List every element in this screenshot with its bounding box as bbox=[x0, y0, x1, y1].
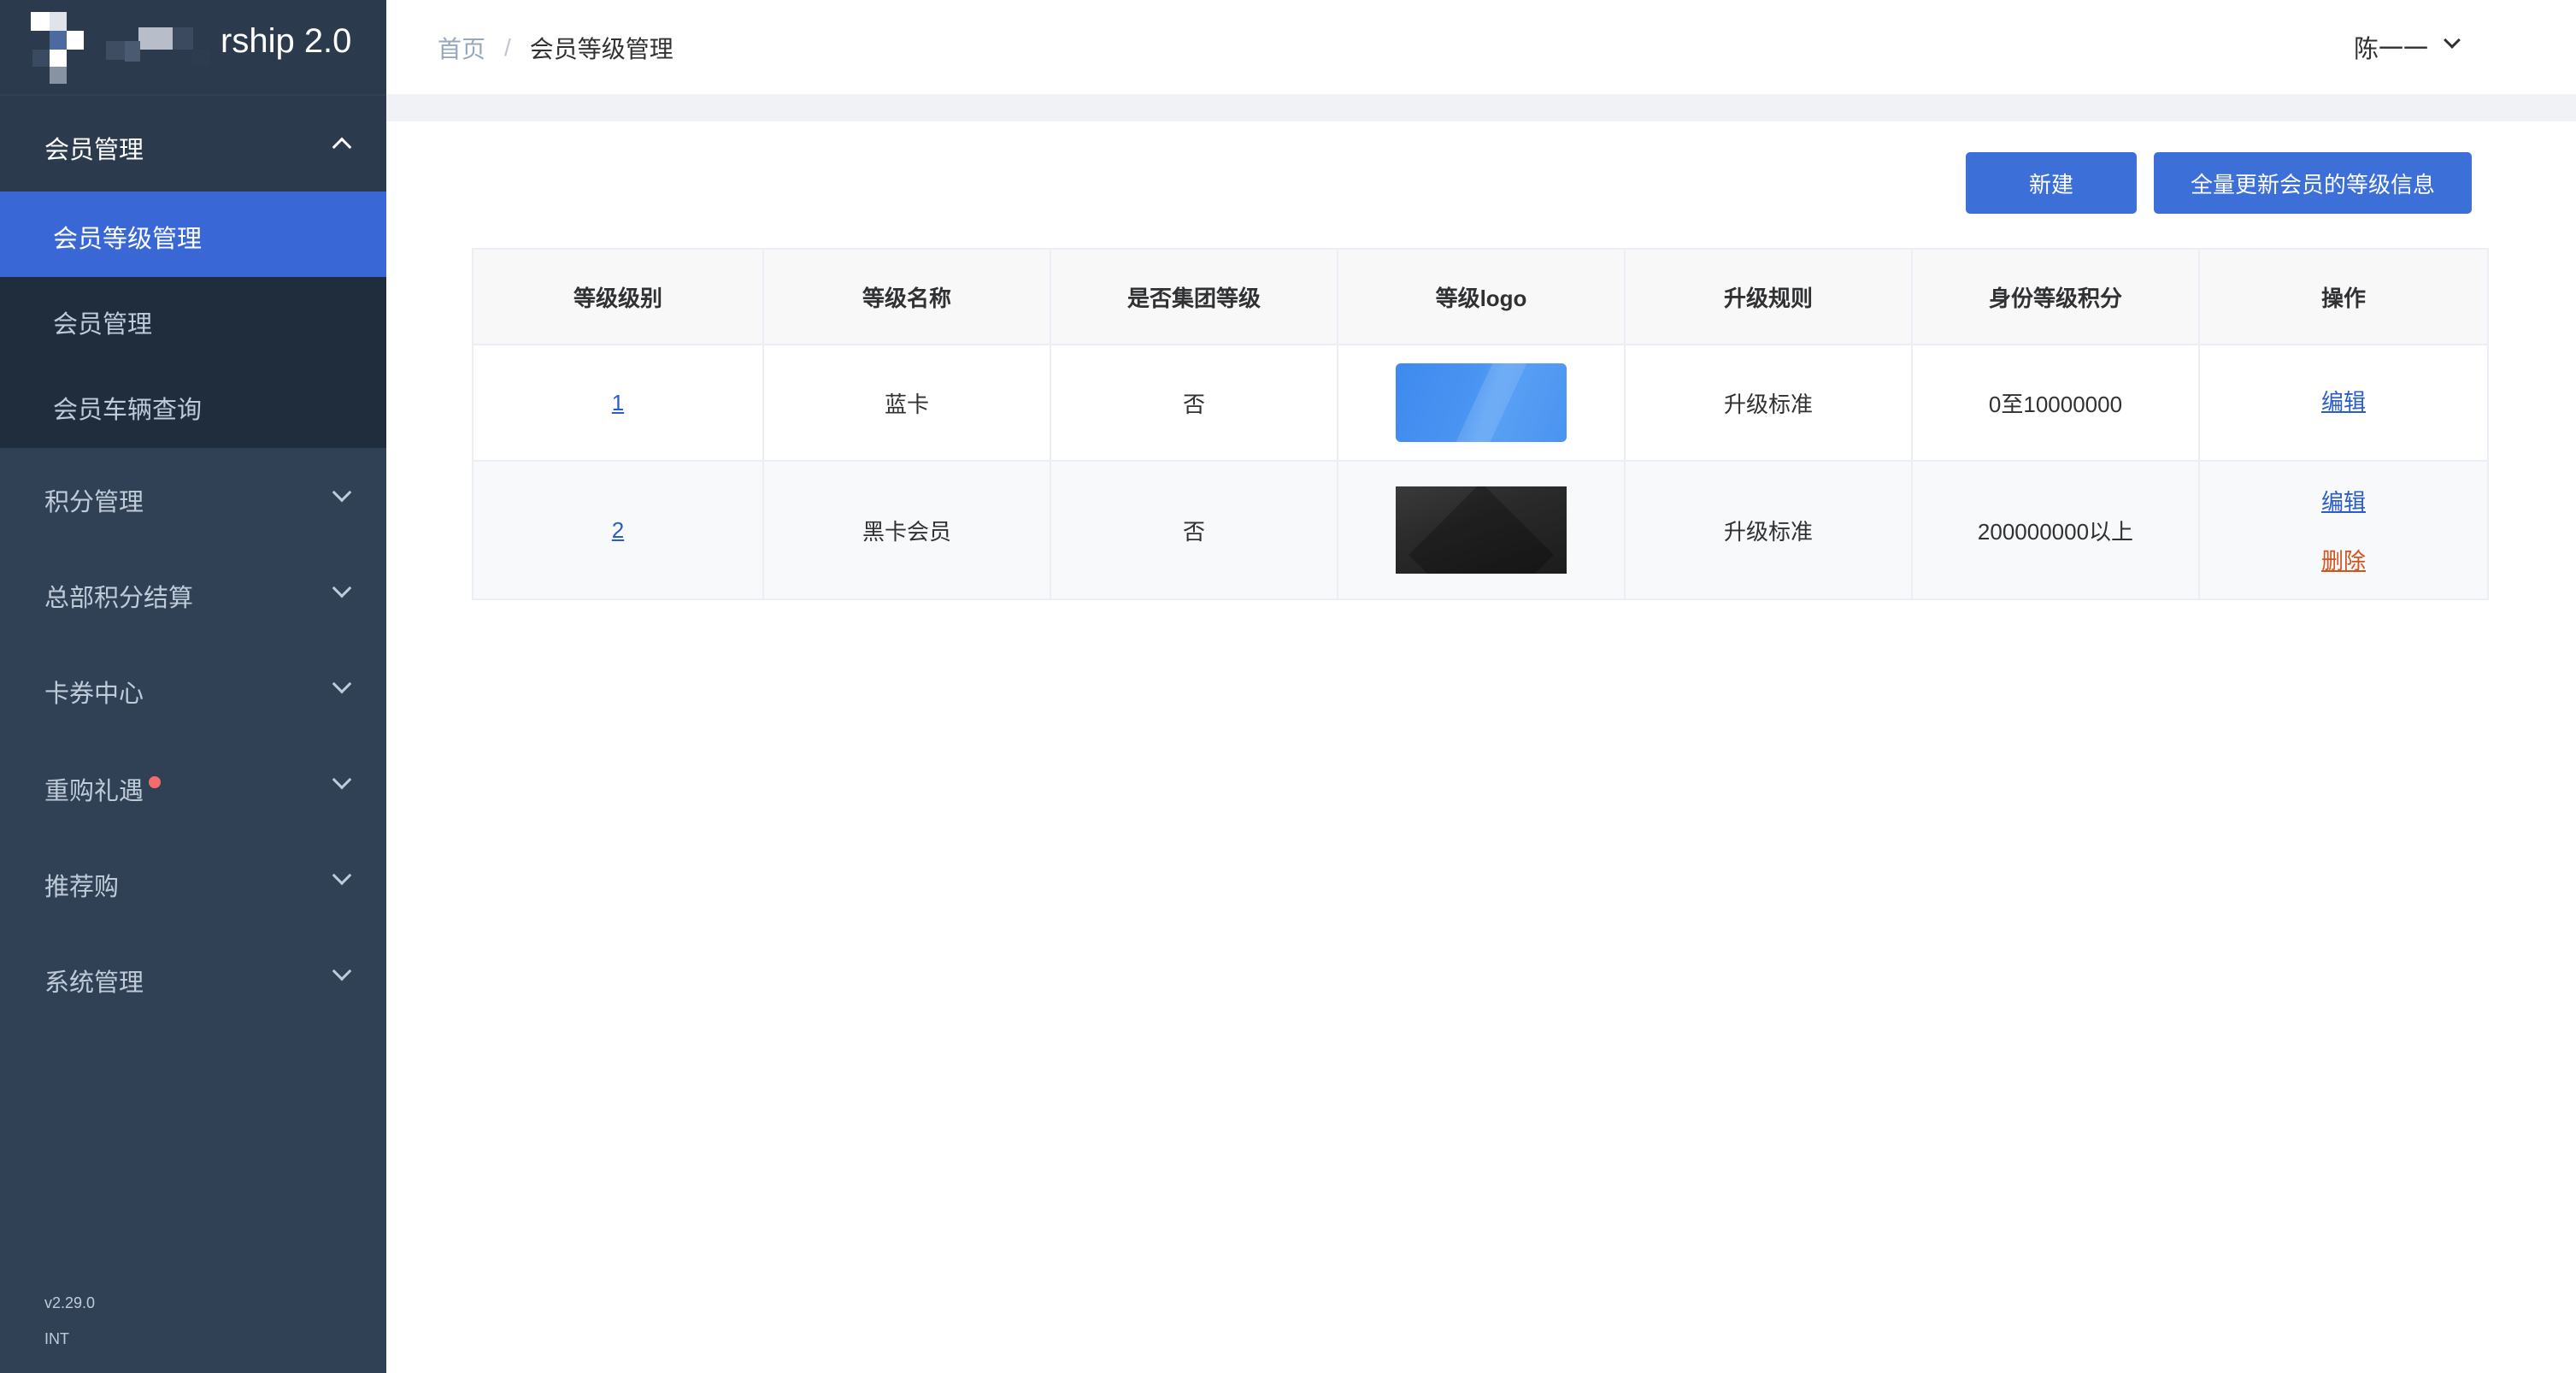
level-link[interactable]: 2 bbox=[612, 517, 624, 544]
app-logo: rship 2.0 bbox=[0, 0, 386, 94]
chevron-down-icon[interactable] bbox=[2444, 32, 2461, 49]
chevron-down-icon bbox=[332, 482, 352, 503]
app-title: rship 2.0 bbox=[221, 22, 352, 60]
menu-group-points[interactable]: 积分管理 bbox=[0, 448, 386, 544]
table-header-row: 等级级别 等级名称 是否集团等级 等级logo 升级规则 身份等级积分 操作 bbox=[473, 250, 2487, 344]
table-header-cell: 等级名称 bbox=[764, 250, 1051, 344]
menu-group-label: 重购礼遇 bbox=[44, 778, 144, 805]
sidebar-item-member-vehicle[interactable]: 会员车辆查询 bbox=[0, 362, 386, 448]
breadcrumb-current: 会员等级管理 bbox=[529, 36, 673, 62]
sidebar-item-member-management[interactable]: 会员管理 bbox=[0, 277, 386, 362]
level-name-cell: 蓝卡 bbox=[764, 345, 1051, 460]
delete-link[interactable]: 删除 bbox=[2321, 544, 2366, 575]
menu-group-hq-settlement[interactable]: 总部积分结算 bbox=[0, 544, 386, 639]
menu-group-repurchase[interactable]: 重购礼遇 bbox=[0, 735, 386, 831]
user-menu[interactable]: 陈一一 bbox=[2354, 29, 2428, 65]
black-card-logo-image bbox=[1396, 486, 1567, 574]
table-header-cell: 等级级别 bbox=[473, 250, 764, 344]
table-header-cell: 是否集团等级 bbox=[1051, 250, 1338, 344]
version-text: v2.29.0 bbox=[44, 1294, 96, 1311]
blue-card-logo-image bbox=[1396, 363, 1567, 442]
update-all-levels-button[interactable]: 全量更新会员的等级信息 bbox=[2154, 152, 2472, 214]
logo-mosaic-icon bbox=[29, 12, 217, 85]
menu-group-referral[interactable]: 推荐购 bbox=[0, 831, 386, 927]
table-header-cell: 升级规则 bbox=[1626, 250, 1913, 344]
edit-link[interactable]: 编辑 bbox=[2321, 385, 2366, 416]
chevron-down-icon bbox=[332, 769, 352, 790]
actions-cell: 编辑 bbox=[2200, 345, 2487, 460]
chevron-down-icon bbox=[332, 865, 352, 886]
new-button[interactable]: 新建 bbox=[1966, 152, 2137, 214]
logo-cell bbox=[1338, 462, 1626, 598]
table-header-cell: 操作 bbox=[2320, 285, 2366, 311]
group-level-cell: 否 bbox=[1051, 462, 1338, 598]
chevron-down-icon bbox=[332, 674, 352, 694]
actions-cell: 编辑 删除 bbox=[2200, 462, 2487, 598]
sidebar-item-member-level[interactable]: 会员等级管理 bbox=[0, 192, 386, 277]
chevron-down-icon bbox=[332, 578, 352, 598]
menu-group-member[interactable]: 会员管理 bbox=[0, 96, 386, 192]
sidebar: rship 2.0 会员管理 会员等级管理 会员管理 会员车辆查询 积分管理 总… bbox=[0, 0, 386, 1373]
menu-group-system[interactable]: 系统管理 bbox=[0, 927, 386, 1022]
level-cell: 1 bbox=[473, 345, 764, 460]
notification-dot bbox=[149, 776, 161, 788]
env-text: INT bbox=[44, 1330, 69, 1347]
sidebar-item-label: 会员车辆查询 bbox=[53, 397, 203, 424]
menu-group-label: 系统管理 bbox=[44, 969, 144, 997]
submenu-member: 会员等级管理 会员管理 会员车辆查询 bbox=[0, 192, 386, 448]
group-level-cell: 否 bbox=[1051, 345, 1338, 460]
level-name-cell: 黑卡会员 bbox=[764, 462, 1051, 598]
level-cell: 2 bbox=[473, 462, 764, 598]
level-link[interactable]: 1 bbox=[612, 390, 624, 416]
breadcrumb-separator: / bbox=[504, 34, 511, 61]
logo-cell bbox=[1338, 345, 1626, 460]
table-header-cell: 身份等级积分 bbox=[1913, 250, 2200, 344]
edit-link[interactable]: 编辑 bbox=[2321, 485, 2366, 516]
rule-cell: 升级标准 bbox=[1626, 462, 1913, 598]
rule-cell: 升级标准 bbox=[1626, 345, 1913, 460]
member-level-table: 等级级别 等级名称 是否集团等级 等级logo 升级规则 身份等级积分 操作 1… bbox=[472, 248, 2489, 600]
menu-group-label: 卡券中心 bbox=[44, 681, 144, 708]
chevron-down-icon bbox=[332, 961, 352, 981]
menu-group-label: 积分管理 bbox=[44, 489, 144, 516]
menu-group-label: 推荐购 bbox=[44, 874, 120, 901]
points-cell: 200000000以上 bbox=[1913, 462, 2200, 598]
header-divider bbox=[386, 94, 2576, 121]
chevron-up-icon bbox=[332, 137, 352, 157]
table-header-cell: 等级logo bbox=[1338, 250, 1626, 344]
menu-group-label: 会员管理 bbox=[44, 137, 144, 164]
menu-group-coupon-center[interactable]: 卡券中心 bbox=[0, 639, 386, 735]
sidebar-item-label: 会员等级管理 bbox=[53, 226, 203, 253]
points-cell: 0至10000000 bbox=[1913, 345, 2200, 460]
menu-group-label: 总部积分结算 bbox=[44, 585, 194, 612]
breadcrumb: 首页 / 会员等级管理 bbox=[438, 31, 673, 65]
table-row: 2 黑卡会员 否 升级标准 200000000以上 编辑 删除 bbox=[473, 460, 2487, 598]
table-row: 1 蓝卡 否 升级标准 0至10000000 编辑 bbox=[473, 344, 2487, 460]
sidebar-item-label: 会员管理 bbox=[53, 311, 153, 339]
breadcrumb-home[interactable]: 首页 bbox=[438, 31, 485, 65]
